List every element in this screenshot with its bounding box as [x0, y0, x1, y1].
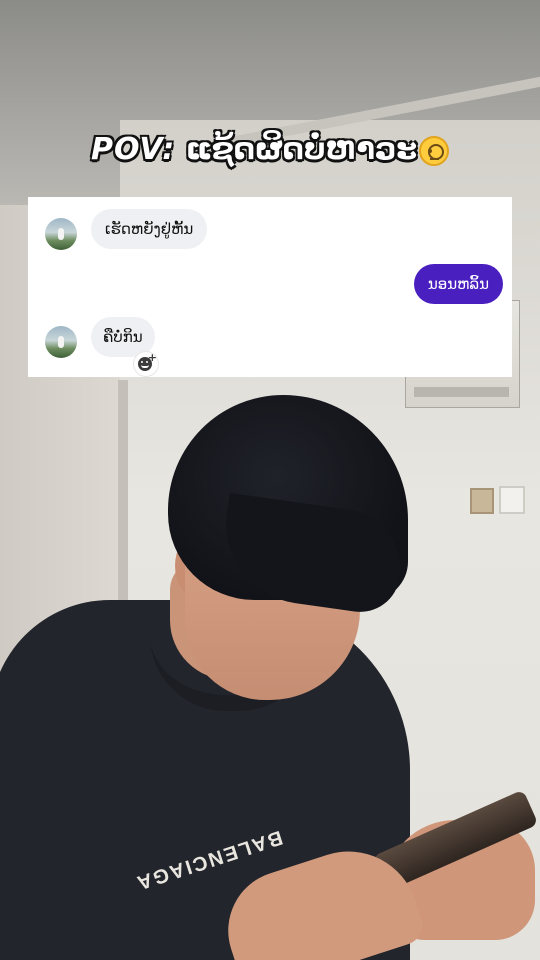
outgoing-message-bubble[interactable]: ນອນຫລິ້ນ — [413, 264, 503, 304]
air-conditioner-vent — [414, 387, 509, 397]
pov-label: POV: — [91, 132, 176, 167]
incoming-message-bubble[interactable]: ເຮັດຫຍັງຢູ່ຫັ້ນ — [91, 209, 208, 249]
face-with-monocle-icon — [418, 135, 449, 166]
pov-caption: POV: ແຊ້ດຜິດບໍ່ຫາວະ — [0, 132, 540, 167]
pov-caption-text: ແຊ້ດຜິດບໍ່ຫາວະ — [175, 132, 417, 167]
incoming-message-bubble[interactable]: ຄືບໍ່ກິນ — [91, 317, 155, 357]
plus-icon: + — [147, 351, 157, 364]
power-socket — [499, 486, 525, 514]
avatar[interactable] — [45, 218, 77, 250]
add-reaction-button[interactable]: + — [134, 352, 158, 376]
avatar[interactable] — [45, 326, 77, 358]
light-switch — [470, 488, 494, 514]
chat-screenshot: ເຮັດຫຍັງຢູ່ຫັ້ນ ນອນຫລິ້ນ ຄືບໍ່ກິນ + — [28, 197, 512, 377]
